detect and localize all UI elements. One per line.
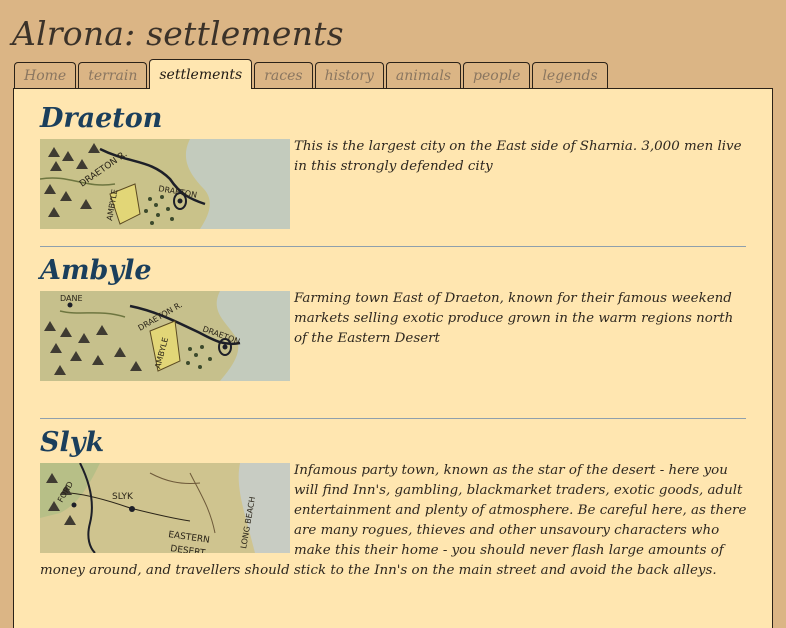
tab-history[interactable]: history	[314, 62, 384, 89]
tab-legends[interactable]: legends	[532, 62, 608, 89]
content-panel: Draeton DRAETON R. AMBYLE DRAETON This i…	[13, 88, 773, 628]
map-float-spacer	[40, 461, 294, 553]
settlement-heading-slyk: Slyk	[40, 427, 105, 458]
nav-tabs: Home terrain settlements races history a…	[14, 59, 610, 89]
tab-terrain[interactable]: terrain	[78, 62, 148, 89]
tab-animals[interactable]: animals	[385, 62, 462, 89]
tab-settlements[interactable]: settlements	[149, 59, 253, 89]
settlement-description-draeton: This is the largest city on the East sid…	[294, 139, 742, 174]
settlement-heading-draeton: Draeton	[40, 103, 163, 134]
map-label-dane: DANE	[60, 294, 83, 303]
site-title: Alrona: settlements	[12, 14, 344, 53]
tab-people[interactable]: people	[463, 62, 531, 89]
map-image-draeton: DRAETON R. AMBYLE DRAETON	[40, 139, 290, 229]
settlement-description-ambyle: Farming town East of Draeton, known for …	[294, 291, 734, 346]
settlement-body-slyk: Infamous party town, known as the star o…	[40, 461, 750, 581]
section-divider	[40, 418, 746, 419]
section-divider	[40, 246, 746, 247]
settlement-heading-ambyle: Ambyle	[40, 255, 152, 286]
tab-races[interactable]: races	[254, 62, 313, 89]
map-image-ambyle: DANE DRAETON R. AMBYLE DRAETON	[40, 291, 290, 381]
tab-home[interactable]: Home	[14, 62, 77, 89]
